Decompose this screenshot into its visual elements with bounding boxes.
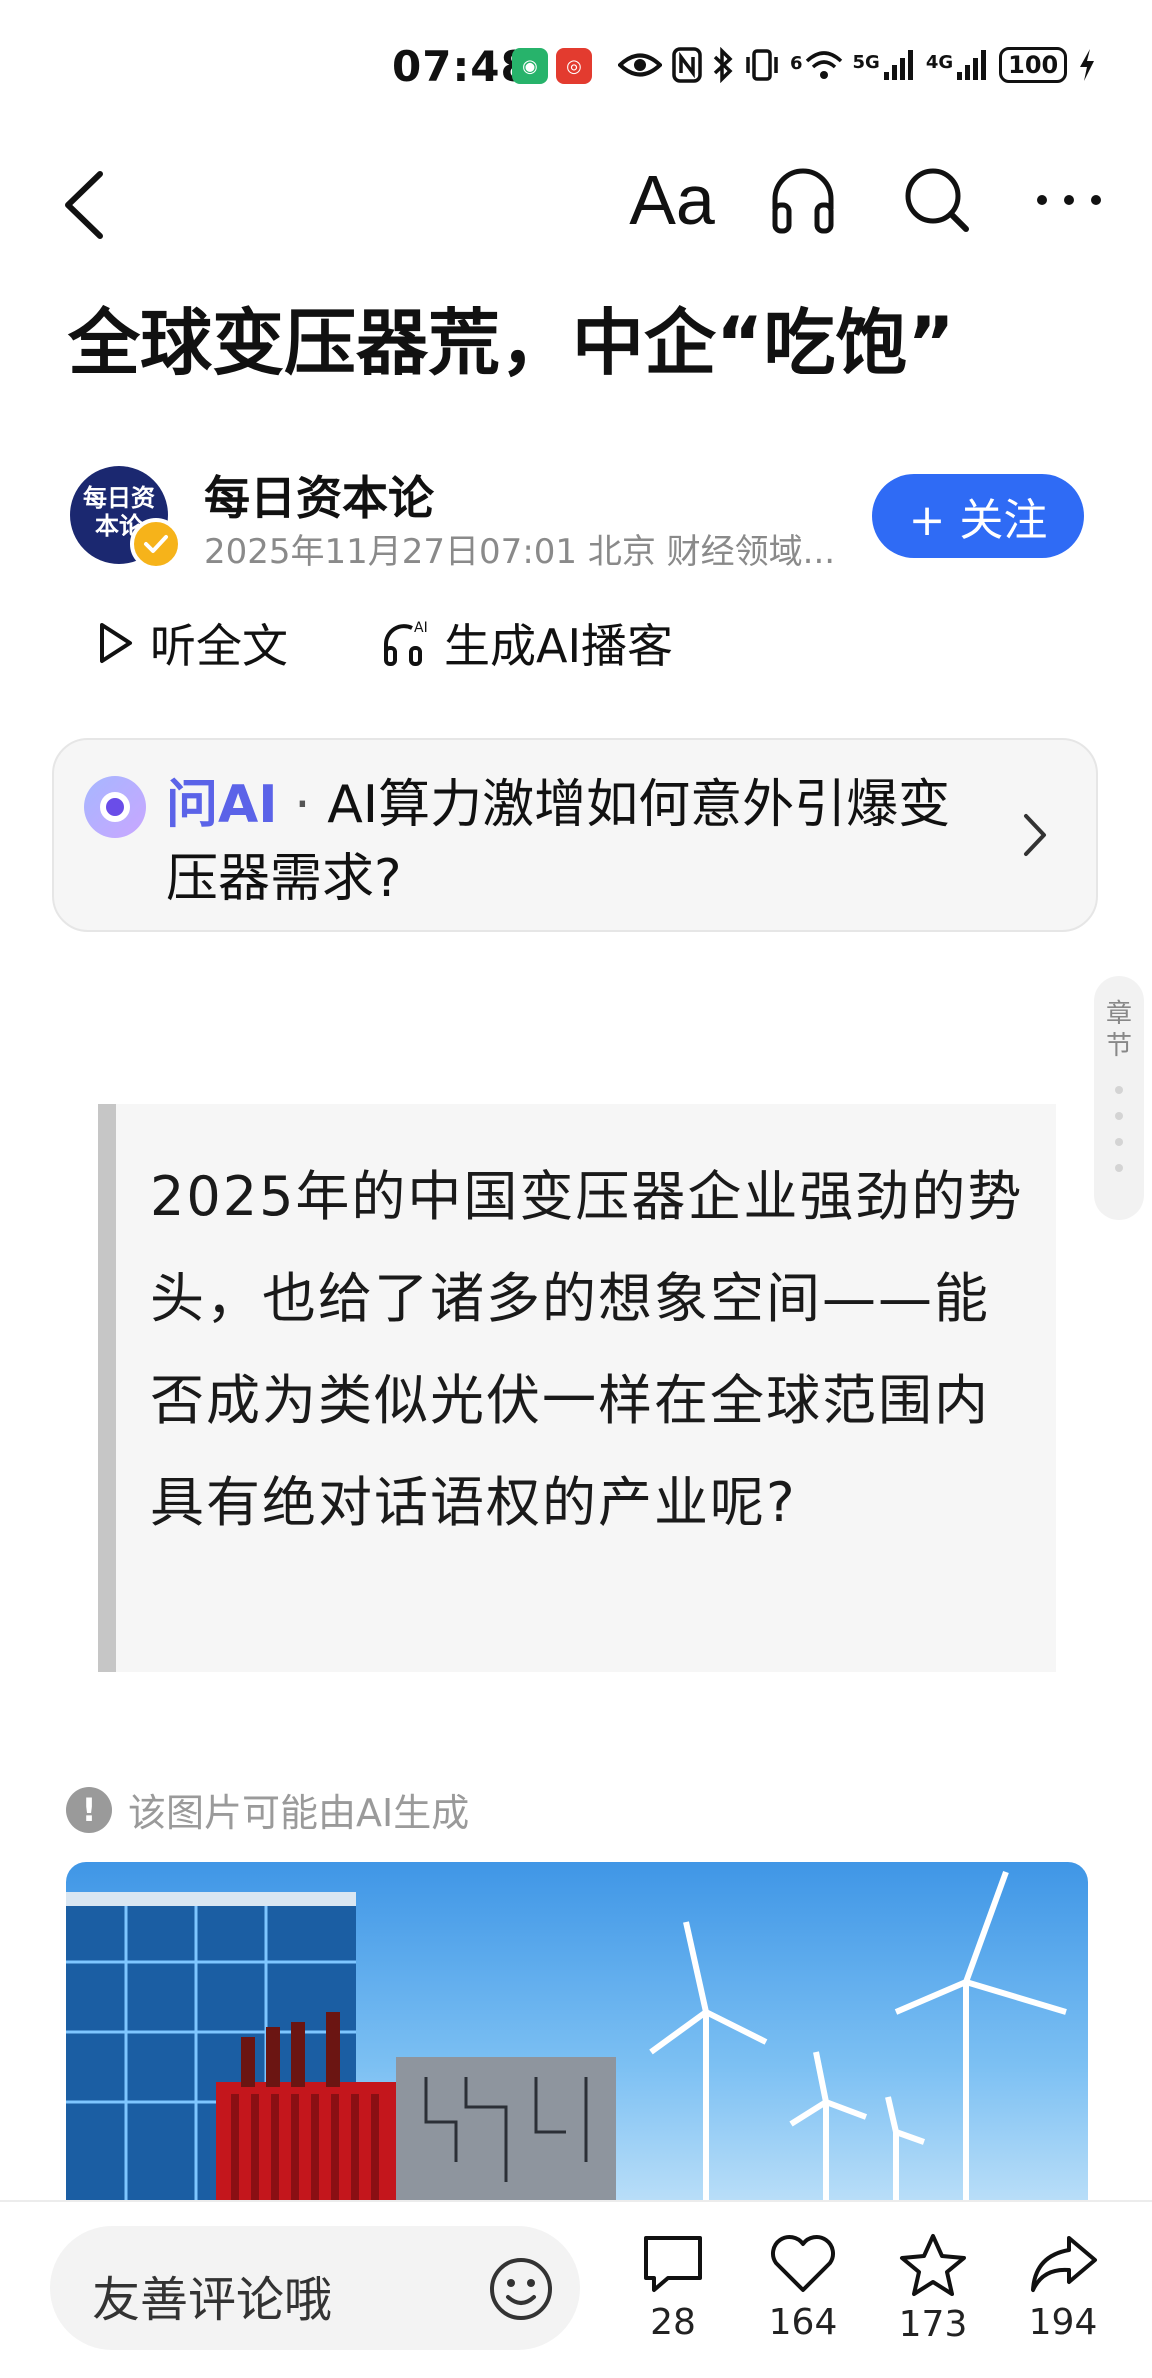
comment-input[interactable]: 友善评论哦 — [50, 2226, 580, 2350]
play-icon — [100, 623, 132, 663]
ai-podcast-button[interactable]: AI 生成AI播客 — [382, 610, 673, 676]
share-button[interactable]: 194 — [1008, 2232, 1118, 2343]
eye-icon — [618, 50, 662, 80]
heart-icon — [771, 2235, 835, 2292]
more-icon — [1037, 195, 1101, 205]
ask-ai-separator: · — [277, 775, 328, 835]
listen-full-button[interactable]: 听全文 — [96, 610, 288, 676]
transformer-illustration — [66, 1870, 1067, 2202]
battery-indicator: 100 — [999, 47, 1068, 83]
chapter-dot — [1115, 1164, 1123, 1172]
charging-icon — [1077, 47, 1097, 83]
favorite-button[interactable]: 173 — [878, 2232, 988, 2345]
comment-count: 28 — [650, 2302, 696, 2343]
wifi-icon: 6 — [790, 49, 843, 81]
ai-image-notice: ! 该图片可能由AI生成 — [66, 1782, 469, 1837]
like-count: 164 — [768, 2302, 838, 2343]
article-title: 全球变压器荒，中企“吃饱” — [68, 301, 955, 385]
share-count: 194 — [1028, 2302, 1098, 2343]
article-meta: 2025年11月27日07:01 北京 财经领域... — [204, 532, 836, 572]
comment-button[interactable]: 28 — [618, 2232, 728, 2343]
chevron-left-icon — [65, 171, 103, 239]
like-button[interactable]: 164 — [748, 2232, 858, 2343]
status-icons: 6 5G 4G 100 — [618, 40, 1097, 90]
ask-ai-card[interactable]: 问AI · AI算力激增如何意外引爆变压器需求? — [52, 738, 1098, 932]
author-name[interactable]: 每日资本论 — [204, 462, 434, 528]
article-image[interactable] — [66, 1862, 1088, 2202]
comment-icon — [644, 2236, 702, 2292]
vibrate-icon — [744, 47, 780, 83]
search-button[interactable] — [894, 150, 980, 250]
author-avatar[interactable]: 每日资本论 — [70, 466, 182, 570]
signal-5g-icon: 5G — [853, 48, 916, 82]
status-bar: 07:48 ◉ ◎ 6 5G 4G 100 — [0, 0, 1152, 130]
more-button[interactable] — [1024, 150, 1114, 250]
nfc-icon — [672, 47, 702, 83]
bottom-bar: 友善评论哦 28 164 173 194 — [0, 2200, 1152, 2378]
status-time: 07:48 — [392, 42, 531, 91]
ai-podcast-label: 生成AI播客 — [444, 619, 674, 673]
quote-block: 2025年的中国变压器企业强劲的势头，也给了诸多的想象空间——能否成为类似光伏一… — [98, 1104, 1056, 1672]
chapter-dot — [1115, 1112, 1123, 1120]
bluetooth-icon — [712, 47, 734, 83]
ask-ai-text: 问AI · AI算力激增如何意外引爆变压器需求? — [166, 768, 966, 916]
back-button[interactable] — [56, 160, 116, 250]
app-notification-icon: ◉ — [512, 48, 548, 84]
ask-ai-brand: 问AI — [166, 775, 278, 835]
chapter-label: 章节 — [1105, 999, 1132, 1061]
listen-button[interactable] — [760, 150, 846, 250]
search-icon — [905, 168, 969, 232]
app-notification-icon-2: ◎ — [556, 48, 592, 84]
font-size-button[interactable]: Aa — [622, 150, 722, 250]
listen-full-label: 听全文 — [150, 619, 288, 673]
ai-image-notice-text: 该图片可能由AI生成 — [128, 1791, 470, 1835]
share-icon — [1031, 2236, 1097, 2292]
chevron-right-icon — [1024, 814, 1046, 856]
verified-badge-icon — [130, 518, 182, 570]
exclamation-icon: ! — [66, 1786, 112, 1833]
svg-text:AI: AI — [414, 620, 428, 636]
ai-headphones-icon: AI — [384, 620, 428, 666]
star-icon — [900, 2234, 966, 2296]
follow-button[interactable]: + 关注 — [872, 474, 1084, 558]
quote-text: 2025年的中国变压器企业强劲的势头，也给了诸多的想象空间——能否成为类似光伏一… — [150, 1165, 1024, 1534]
chapter-tab[interactable]: 章节 — [1094, 976, 1144, 1220]
comment-placeholder: 友善评论哦 — [92, 2272, 333, 2328]
emoji-icon[interactable] — [488, 2256, 554, 2322]
signal-4g-icon: 4G — [926, 48, 989, 82]
chapter-dot — [1115, 1138, 1123, 1146]
chapter-dot — [1115, 1086, 1123, 1094]
headphones-icon — [772, 168, 834, 234]
ai-logo-icon — [84, 776, 146, 838]
favorite-count: 173 — [898, 2304, 968, 2345]
